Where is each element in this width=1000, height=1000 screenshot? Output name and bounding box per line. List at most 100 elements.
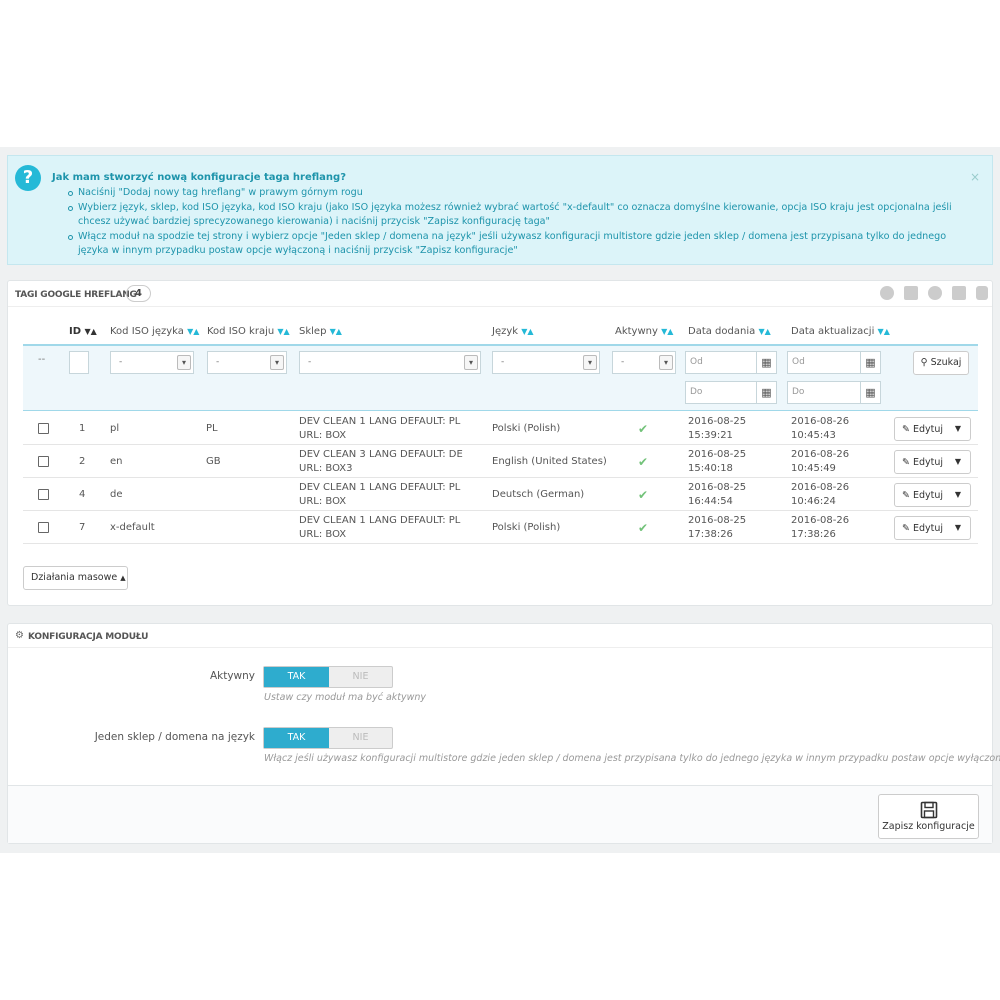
- row-checkbox[interactable]: [38, 522, 49, 533]
- edit-button[interactable]: ✎ Edytuj ▼: [894, 450, 971, 474]
- cell-shop: DEV CLEAN 1 LANG DEFAULT: PL URL: BOX: [299, 514, 461, 540]
- sql-query-icon[interactable]: [952, 286, 966, 300]
- help-item: Włącz moduł na spodzie tej strony i wybi…: [68, 230, 973, 259]
- col-lang-iso[interactable]: Kod ISO języka ▼▲: [110, 326, 199, 337]
- pencil-icon: ✎: [902, 490, 910, 501]
- cell-lang-iso: pl: [110, 422, 120, 434]
- calendar-icon[interactable]: ▦: [756, 352, 776, 373]
- calendar-icon[interactable]: ▦: [756, 382, 776, 403]
- help-title: Jak mam stworzyć nową konfiguracje taga …: [52, 172, 346, 183]
- caret-down-icon[interactable]: ▼: [946, 418, 970, 440]
- cell-country-iso: PL: [206, 422, 218, 434]
- database-icon[interactable]: [976, 286, 988, 300]
- toolbar: [880, 286, 988, 302]
- col-active-label: Aktywny: [615, 326, 658, 337]
- help-item: Wybierz język, sklep, kod ISO języka, ko…: [68, 201, 973, 230]
- sort-icon[interactable]: ▼▲: [521, 327, 533, 336]
- cell-shop: DEV CLEAN 1 LANG DEFAULT: PL URL: BOX: [299, 415, 461, 441]
- chevron-down-icon: ▾: [270, 355, 284, 370]
- cell-id: 2: [79, 455, 86, 467]
- sort-icon[interactable]: ▼▲: [277, 327, 289, 336]
- sort-icon[interactable]: ▼▲: [187, 327, 199, 336]
- col-id[interactable]: ID ▼▲: [69, 326, 97, 337]
- caret-down-icon[interactable]: ▼: [946, 451, 970, 473]
- switch-yes[interactable]: TAK: [264, 667, 329, 687]
- export-icon[interactable]: [904, 286, 918, 300]
- cell-date-add: 2016-08-25 15:40:18: [688, 448, 747, 474]
- caret-down-icon[interactable]: ▼: [946, 484, 970, 506]
- panel-title: KONFIGURACJA MODUŁU: [28, 632, 149, 642]
- col-country-iso[interactable]: Kod ISO kraju ▼▲: [207, 326, 290, 337]
- col-date-add[interactable]: Data dodania ▼▲: [688, 326, 771, 337]
- switch-no[interactable]: NIE: [329, 728, 392, 748]
- date-upd-from-input[interactable]: Od ▦: [787, 351, 881, 374]
- edit-button[interactable]: ✎ Edytuj ▼: [894, 417, 971, 441]
- chevron-down-icon: ▾: [464, 355, 478, 370]
- panel-footer: Zapisz konfiguracje: [8, 785, 992, 843]
- chevron-down-icon: ▾: [177, 355, 191, 370]
- calendar-icon[interactable]: ▦: [860, 382, 880, 403]
- bulk-actions-button[interactable]: Działania masowe ▲: [23, 566, 128, 590]
- close-icon[interactable]: ×: [970, 170, 980, 184]
- switch-yes[interactable]: TAK: [264, 728, 329, 748]
- search-icon: ⚲: [920, 357, 928, 368]
- row-checkbox[interactable]: [38, 423, 49, 434]
- sort-icon[interactable]: ▼▲: [661, 327, 673, 336]
- calendar-icon[interactable]: ▦: [860, 352, 880, 373]
- col-shop[interactable]: Sklep ▼▲: [299, 326, 342, 337]
- active-switch[interactable]: TAK NIE: [263, 666, 393, 688]
- sort-icon[interactable]: ▼▲: [878, 327, 890, 336]
- cell-id: 4: [79, 488, 86, 500]
- shop-filter-select[interactable]: - ▾: [299, 351, 481, 374]
- row-checkbox[interactable]: [38, 456, 49, 467]
- edit-label: Edytuj: [913, 457, 944, 468]
- col-date-upd-label: Data aktualizacji: [791, 326, 875, 337]
- save-config-label: Zapisz konfiguracje: [882, 821, 975, 832]
- edit-button[interactable]: ✎ Edytuj ▼: [894, 483, 971, 507]
- check-icon[interactable]: ✔: [638, 422, 648, 436]
- col-active[interactable]: Aktywny ▼▲: [615, 326, 673, 337]
- cell-lang-iso: de: [110, 488, 123, 500]
- date-add-from-input[interactable]: Od ▦: [685, 351, 777, 374]
- date-add-to-input[interactable]: Do ▦: [685, 381, 777, 404]
- country-iso-filter-select[interactable]: - ▾: [207, 351, 287, 374]
- col-language[interactable]: Język ▼▲: [492, 326, 534, 337]
- check-icon[interactable]: ✔: [638, 521, 648, 535]
- cell-date-upd: 2016-08-26 10:45:43: [791, 415, 850, 441]
- id-filter-input[interactable]: [69, 351, 89, 374]
- sort-icon[interactable]: ▼▲: [758, 327, 770, 336]
- filter-dash: --: [38, 354, 46, 365]
- date-upd-to-input[interactable]: Do ▦: [787, 381, 881, 404]
- check-icon[interactable]: ✔: [638, 488, 648, 502]
- active-filter-select[interactable]: - ▾: [612, 351, 676, 374]
- select-value: -: [501, 357, 505, 367]
- cell-language: Polski (Polish): [492, 521, 561, 533]
- sort-icon[interactable]: ▼▲: [330, 327, 342, 336]
- save-config-button[interactable]: Zapisz konfiguracje: [878, 794, 979, 839]
- cell-date-upd: 2016-08-26 10:45:49: [791, 448, 850, 474]
- caret-down-icon[interactable]: ▼: [946, 517, 970, 539]
- search-button[interactable]: ⚲ Szukaj: [913, 351, 969, 375]
- date-placeholder: Od: [792, 357, 805, 367]
- sort-icon[interactable]: ▼▲: [85, 327, 97, 336]
- cell-date-add: 2016-08-25 16:44:54: [688, 481, 747, 507]
- onedomain-switch[interactable]: TAK NIE: [263, 727, 393, 749]
- cell-shop: DEV CLEAN 3 LANG DEFAULT: DE URL: BOX3: [299, 448, 463, 474]
- table-row: 4 de DEV CLEAN 1 LANG DEFAULT: PL URL: B…: [23, 478, 978, 511]
- add-icon[interactable]: [880, 286, 894, 300]
- cell-date-add: 2016-08-25 15:39:21: [688, 415, 747, 441]
- cell-id: 1: [79, 422, 86, 434]
- col-country-iso-label: Kod ISO kraju: [207, 326, 275, 337]
- active-hint: Ustaw czy moduł ma być aktywny: [264, 692, 427, 703]
- edit-label: Edytuj: [913, 490, 944, 501]
- refresh-icon[interactable]: [928, 286, 942, 300]
- edit-button[interactable]: ✎ Edytuj ▼: [894, 516, 971, 540]
- panel-heading: ⚙ KONFIGURACJA MODUŁU: [8, 624, 992, 648]
- chevron-down-icon: ▾: [659, 355, 673, 370]
- lang-iso-filter-select[interactable]: - ▾: [110, 351, 194, 374]
- switch-no[interactable]: NIE: [329, 667, 392, 687]
- col-date-upd[interactable]: Data aktualizacji ▼▲: [791, 326, 890, 337]
- row-checkbox[interactable]: [38, 489, 49, 500]
- language-filter-select[interactable]: - ▾: [492, 351, 600, 374]
- check-icon[interactable]: ✔: [638, 455, 648, 469]
